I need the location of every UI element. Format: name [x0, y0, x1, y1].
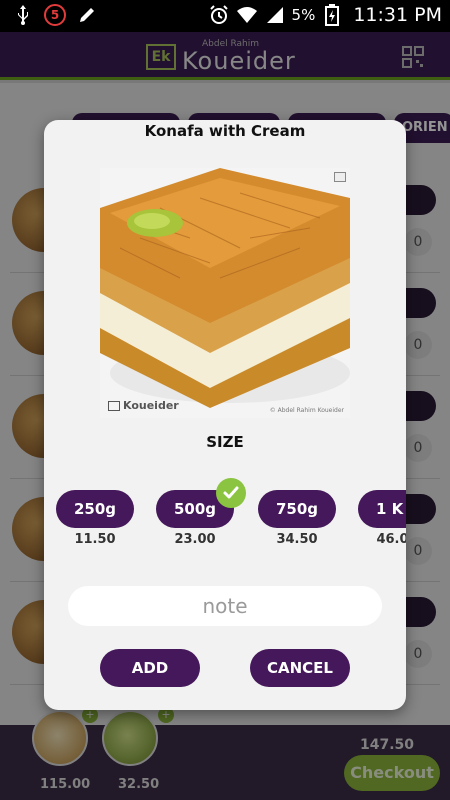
image-watermark-text: Koueider [123, 399, 179, 412]
product-image: Koueider © Abdel Rahim Koueider [100, 168, 350, 418]
size-button-750g[interactable]: 750g [258, 490, 336, 528]
battery-percentage: 5% [291, 6, 316, 24]
size-option[interactable]: 750g 34.50 [258, 490, 336, 547]
notification-count-badge: 5 [44, 4, 66, 26]
size-button-1kg[interactable]: 1 K [358, 490, 406, 528]
size-price: 23.00 [174, 532, 216, 547]
cancel-button[interactable]: CANCEL [250, 649, 350, 687]
note-input[interactable] [68, 586, 382, 626]
status-clock: 11:31 PM [353, 4, 442, 26]
watermark-mark-icon [108, 401, 120, 411]
size-option[interactable]: 250g 11.50 [56, 490, 134, 547]
watermark-corner-icon [334, 172, 346, 182]
product-dialog: Konafa with Cream Koueider © Abdel Rahim… [44, 120, 406, 710]
wifi-icon [236, 4, 258, 26]
size-button-250g[interactable]: 250g [56, 490, 134, 528]
signal-icon [264, 4, 286, 26]
image-copyright: © Abdel Rahim Koueider [269, 407, 344, 414]
size-options: 250g 11.50 500g 23.00 750g 34.50 1 K 46.… [54, 478, 406, 560]
alarm-icon [208, 4, 230, 26]
size-price: 34.50 [276, 532, 318, 547]
image-watermark-logo: Koueider [108, 399, 179, 412]
battery-charging-icon [321, 4, 343, 26]
status-bar: 5 5% 11:31 PM [0, 0, 450, 32]
usb-icon [12, 4, 34, 26]
add-button[interactable]: ADD [100, 649, 200, 687]
dialog-title: Konafa with Cream [144, 122, 306, 140]
size-price: 46.00 [376, 532, 406, 547]
size-price: 11.50 [74, 532, 116, 547]
size-option-selected[interactable]: 500g 23.00 [156, 478, 246, 547]
selected-check-icon [216, 478, 246, 508]
size-option[interactable]: 1 K 46.00 [358, 490, 406, 547]
pencil-icon [76, 4, 98, 26]
konafa-illustration [100, 168, 350, 418]
size-heading: SIZE [206, 433, 244, 451]
